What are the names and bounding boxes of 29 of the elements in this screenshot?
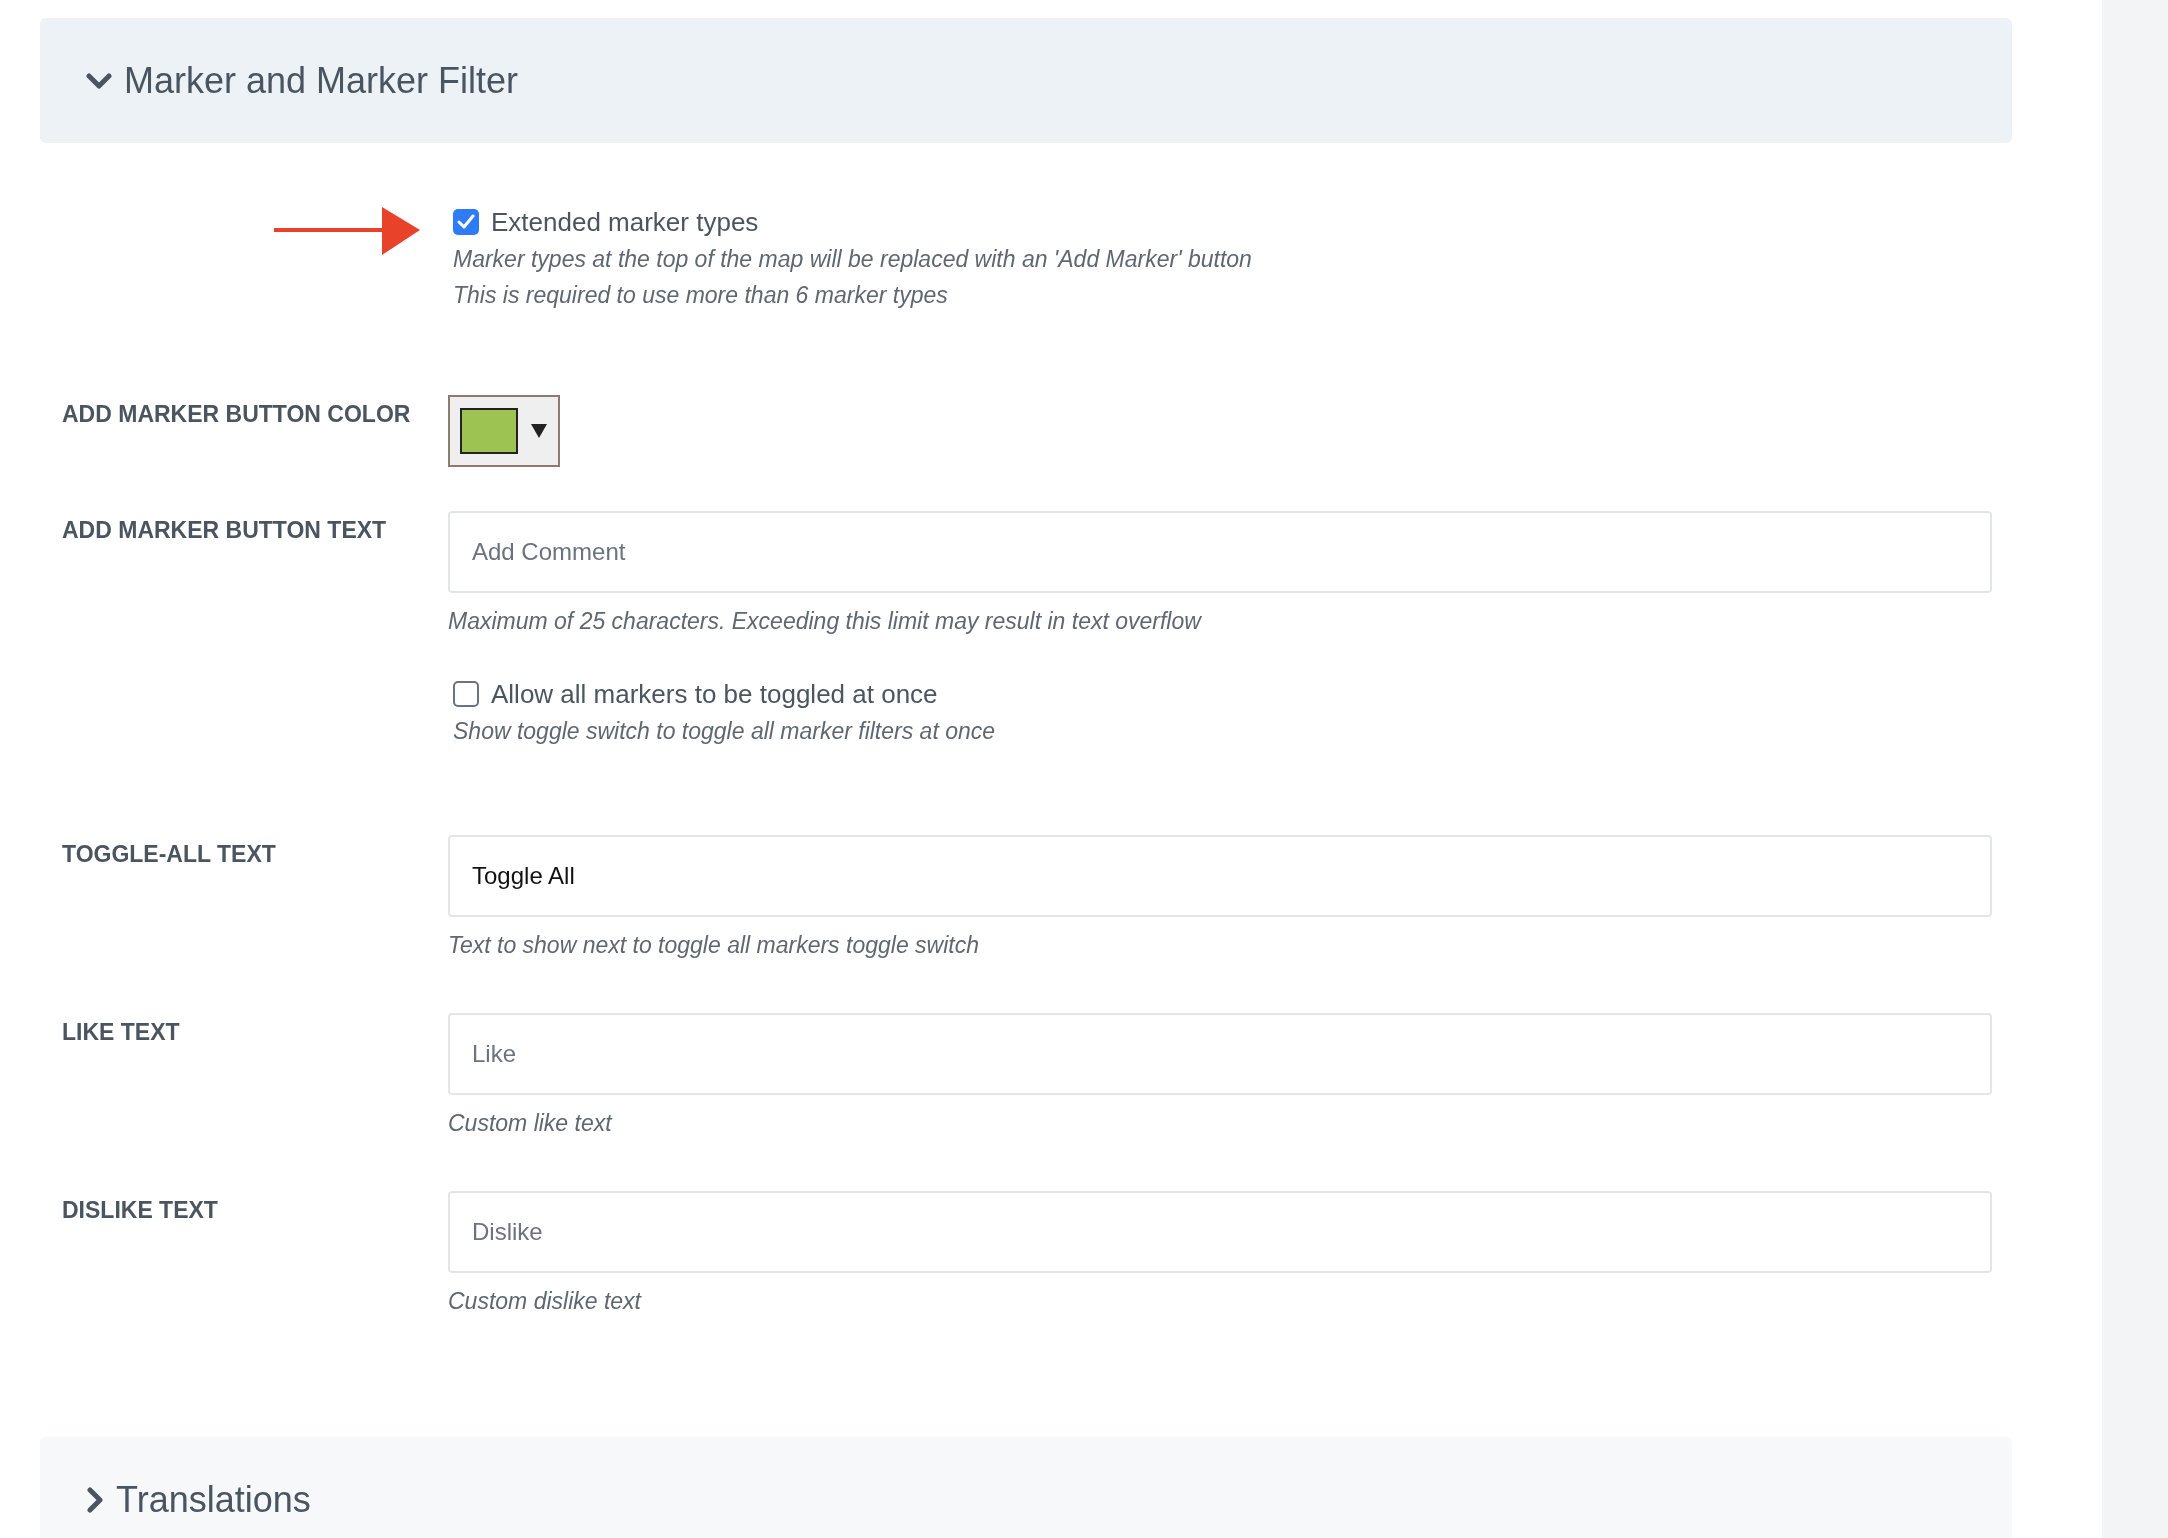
help-text: Text to show next to toggle all markers toggle switch xyxy=(448,931,980,960)
section-header[interactable]: Marker and Marker Filter xyxy=(40,18,2012,143)
checkbox[interactable] xyxy=(453,681,479,707)
chevron-right-icon xyxy=(86,1486,104,1513)
color-picker[interactable] xyxy=(448,395,560,467)
field-label: DISLIKE TEXT xyxy=(62,1197,218,1223)
help-text: This is required to use more than 6 marker types xyxy=(453,281,949,310)
field-label: ADD MARKER BUTTON TEXT xyxy=(62,517,387,543)
dropdown-triangle-icon xyxy=(530,423,548,439)
checkbox-label: Extended marker types xyxy=(491,206,759,239)
checkbox[interactable] xyxy=(453,209,479,235)
help-text: Custom dislike text xyxy=(448,1287,643,1316)
chevron-down-icon xyxy=(86,71,112,90)
section-title: Marker and Marker Filter xyxy=(124,58,519,103)
help-text: Custom like text xyxy=(448,1109,614,1138)
field-label: LIKE TEXT xyxy=(62,1019,180,1045)
text-field[interactable]: Toggle All xyxy=(448,835,1992,917)
help-text: Maximum of 25 characters. Exceeding this limit may result in text overflow xyxy=(448,607,1203,636)
checkmark-icon xyxy=(457,214,475,230)
text-field[interactable]: Like xyxy=(448,1013,1992,1095)
field-label: TOGGLE-ALL TEXT xyxy=(62,841,276,867)
field-label: ADD MARKER BUTTON COLOR xyxy=(62,401,411,427)
text-field[interactable]: Add Comment xyxy=(448,511,1992,593)
section-header[interactable]: Translations xyxy=(40,1437,2012,1538)
help-text: Marker types at the top of the map will be replaced with an 'Add Marker' button xyxy=(453,245,1252,274)
section-title: Translations xyxy=(116,1477,311,1522)
text-field[interactable]: Dislike xyxy=(448,1191,1992,1273)
checkbox-label: Allow all markers to be toggled at once xyxy=(491,678,938,711)
help-text: Show toggle switch to toggle all marker filters at once xyxy=(453,717,996,746)
